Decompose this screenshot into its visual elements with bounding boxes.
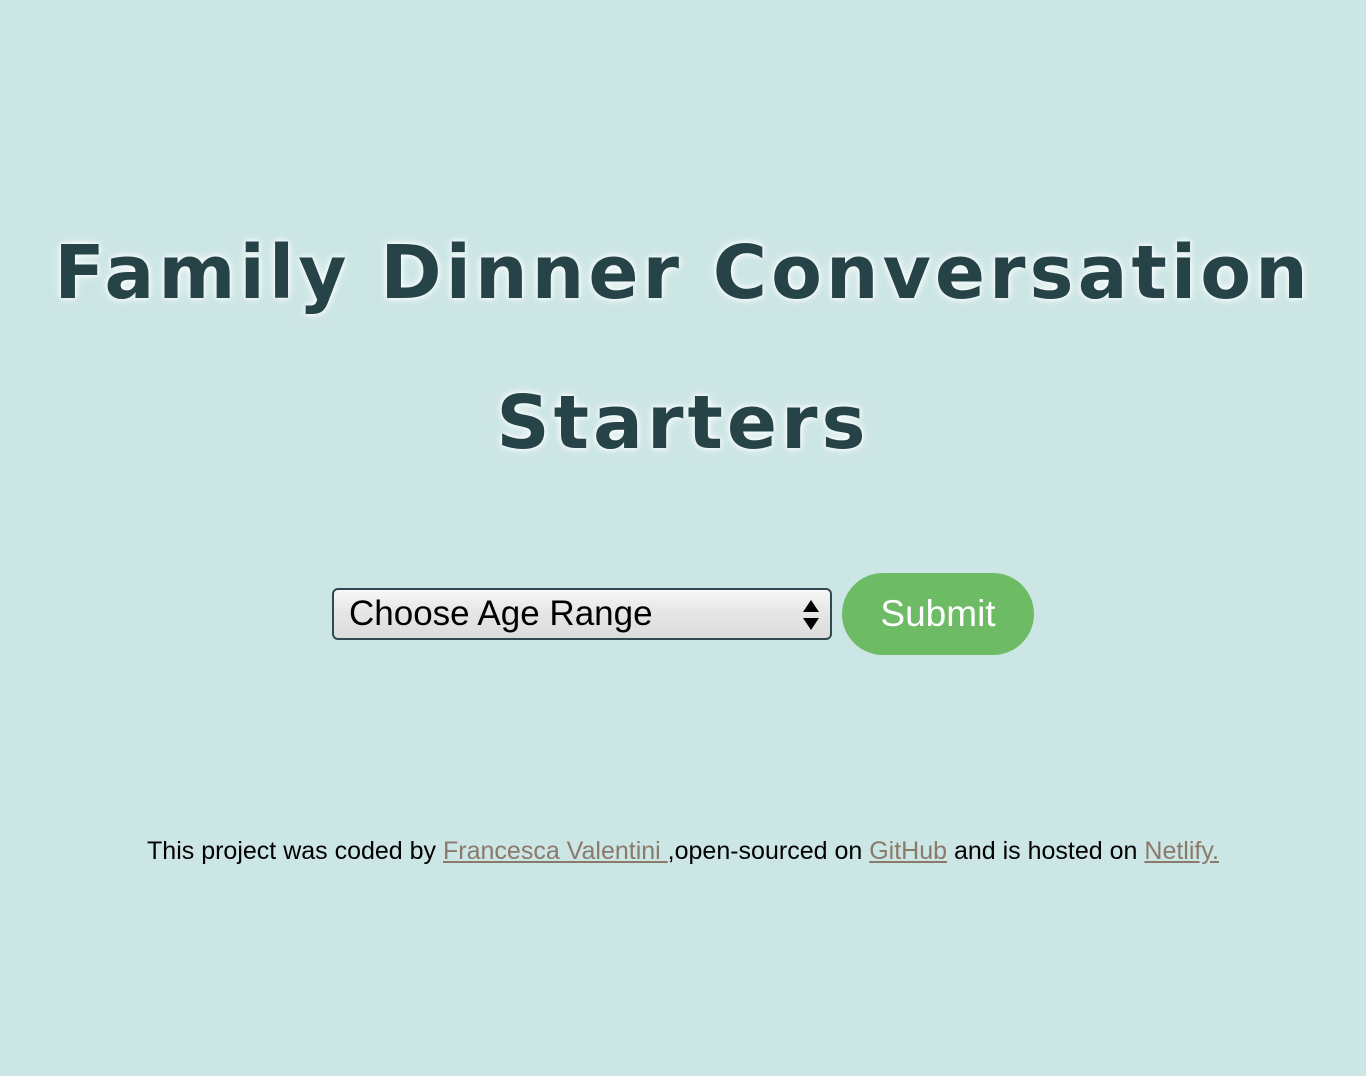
- footer: This project was coded by Francesca Vale…: [0, 835, 1366, 867]
- page-title: Family Dinner Conversation Starters: [54, 230, 1312, 466]
- age-range-select-value: Choose Age Range: [349, 594, 653, 633]
- footer-text-coded-by: This project was coded by: [147, 837, 444, 865]
- age-range-select[interactable]: Choose Age Range: [332, 588, 832, 640]
- age-form: Choose Age Range Submit: [0, 573, 1366, 655]
- up-down-arrows-icon: [803, 600, 819, 630]
- footer-text-open-sourced: ,open-sourced on: [667, 837, 870, 865]
- footer-text-hosted: and is hosted on: [947, 837, 1145, 865]
- author-link[interactable]: Francesca Valentini: [443, 837, 668, 865]
- submit-button[interactable]: Submit: [842, 573, 1034, 655]
- github-link[interactable]: GitHub: [869, 837, 947, 865]
- netlify-link[interactable]: Netlify.: [1144, 837, 1219, 865]
